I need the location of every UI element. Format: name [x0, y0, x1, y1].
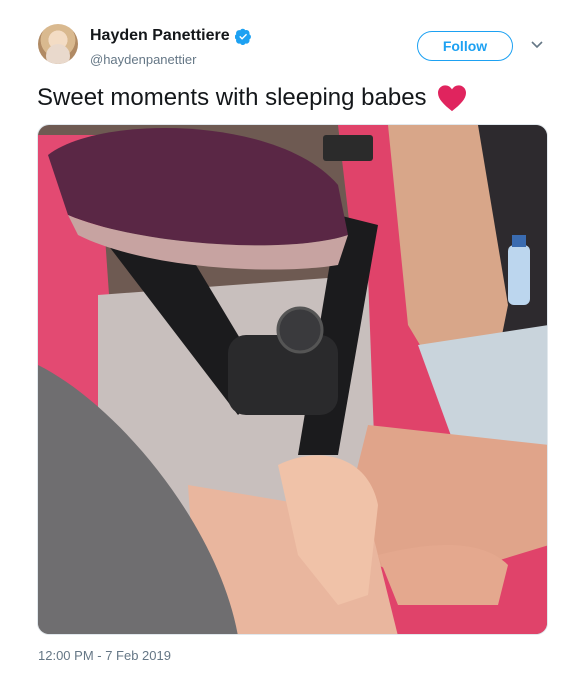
follow-button[interactable]: Follow: [417, 31, 513, 61]
author-handle[interactable]: @haydenpanettier: [90, 52, 196, 67]
tweet-photo-illustration: [38, 125, 547, 634]
author-display-name[interactable]: Hayden Panettiere: [90, 27, 230, 45]
chevron-down-icon[interactable]: [530, 40, 544, 50]
tweet-timestamp[interactable]: 12:00 PM - 7 Feb 2019: [38, 648, 171, 663]
red-heart-icon: [437, 85, 466, 112]
tweet-text: Sweet moments with sleeping babes: [37, 84, 467, 112]
author-name-row[interactable]: Hayden Panettiere: [90, 27, 252, 45]
avatar[interactable]: [38, 24, 78, 64]
verified-badge-icon: [234, 28, 251, 45]
tweet-text-content: Sweet moments with sleeping babes: [37, 84, 427, 111]
tweet-photo[interactable]: [37, 124, 548, 635]
